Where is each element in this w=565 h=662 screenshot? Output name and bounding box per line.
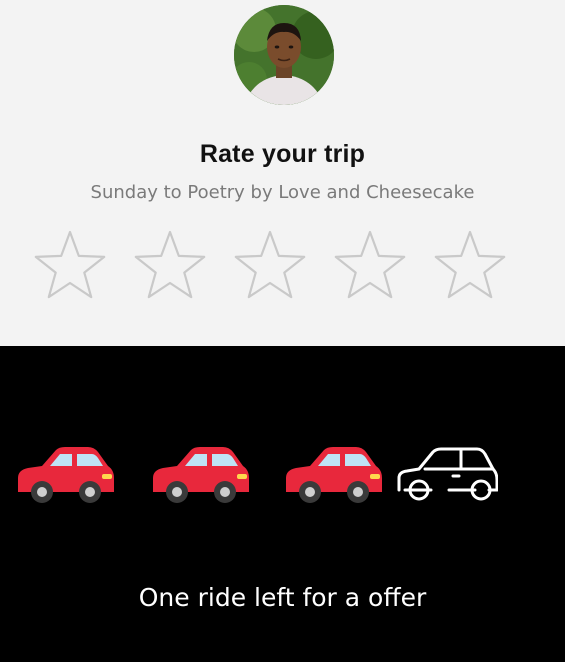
red-car-icon: [147, 442, 252, 504]
star-2[interactable]: [130, 230, 210, 302]
red-car-icon: [12, 442, 117, 504]
star-1[interactable]: [30, 230, 110, 302]
driver-avatar: [234, 5, 334, 105]
offer-message: One ride left for a offer: [138, 583, 427, 612]
star-outline-icon: [234, 230, 306, 299]
red-car-icon: [280, 442, 385, 504]
star-rating[interactable]: [30, 230, 520, 302]
star-4[interactable]: [330, 230, 410, 302]
star-outline-icon: [34, 230, 106, 299]
star-outline-icon: [334, 230, 406, 299]
star-3[interactable]: [230, 230, 310, 302]
car-outline-icon: [393, 442, 498, 504]
rating-panel: Rate your trip Sunday to Poetry by Love …: [0, 0, 565, 346]
offer-panel: One ride left for a offer: [0, 346, 565, 662]
star-outline-icon: [434, 230, 506, 299]
star-outline-icon: [134, 230, 206, 299]
page-title: Rate your trip: [199, 140, 366, 168]
trip-subtitle: Sunday to Poetry by Love and Cheesecake: [90, 182, 475, 203]
star-5[interactable]: [430, 230, 510, 302]
